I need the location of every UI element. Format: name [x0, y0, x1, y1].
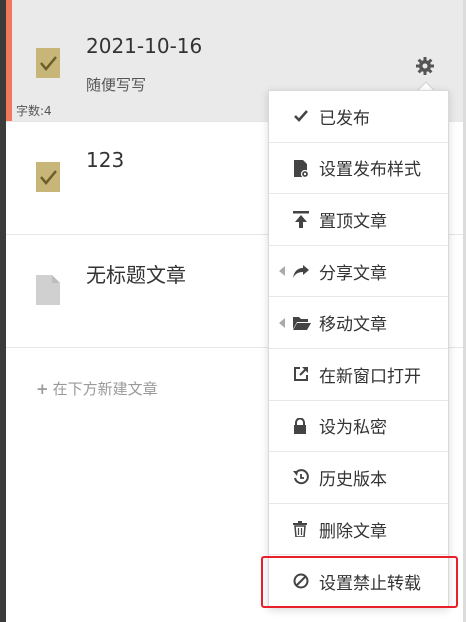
menu-item-label: 在新窗口打开 — [319, 366, 421, 387]
menu-item-pin-top[interactable]: 置顶文章 — [269, 194, 448, 246]
article-title: 无标题文章 — [86, 263, 186, 287]
menu-item-history[interactable]: 历史版本 — [269, 452, 448, 504]
menu-item-label: 设置发布样式 — [319, 160, 421, 181]
share-icon — [293, 263, 313, 279]
pin-top-icon — [293, 211, 313, 229]
published-note-icon — [36, 48, 60, 78]
menu-item-share[interactable]: 分享文章 — [269, 246, 448, 298]
new-article-label: 在下方新建文章 — [52, 380, 158, 398]
folder-open-icon — [293, 315, 313, 331]
menu-item-label: 设为私密 — [319, 418, 387, 439]
draft-document-icon — [36, 275, 60, 305]
check-icon — [293, 108, 313, 124]
menu-item-label: 分享文章 — [319, 263, 387, 284]
menu-item-publish-style[interactable]: 设置发布样式 — [269, 143, 448, 195]
menu-item-published[interactable]: 已发布 — [269, 91, 448, 143]
context-menu-list: 已发布 设置发布样式 置顶文章 分享文章 移动文章 在新窗口打开 设为私密 历史… — [268, 90, 449, 608]
menu-item-set-private[interactable]: 设为私密 — [269, 401, 448, 453]
menu-item-label: 置顶文章 — [319, 211, 387, 232]
article-title: 123 — [86, 148, 125, 172]
external-link-icon — [293, 366, 313, 382]
history-icon — [293, 469, 313, 485]
menu-item-move[interactable]: 移动文章 — [269, 297, 448, 349]
menu-item-delete[interactable]: 删除文章 — [269, 504, 448, 556]
article-summary: 随便写写 — [86, 76, 147, 94]
menu-item-label: 移动文章 — [319, 315, 387, 336]
menu-item-label: 删除文章 — [319, 521, 387, 542]
trash-icon — [293, 521, 313, 538]
article-title: 2021-10-16 — [86, 34, 203, 58]
submenu-caret-icon — [279, 317, 285, 328]
article-context-menu: 已发布 设置发布样式 置顶文章 分享文章 移动文章 在新窗口打开 设为私密 历史… — [268, 81, 449, 608]
submenu-caret-icon — [279, 266, 285, 277]
highlight-annotation-box — [261, 556, 458, 608]
new-article-below-link[interactable]: + 在下方新建文章 — [36, 378, 158, 399]
menu-item-open-new-window[interactable]: 在新窗口打开 — [269, 349, 448, 401]
lock-icon — [293, 417, 313, 434]
document-style-icon — [293, 159, 313, 178]
menu-item-label: 已发布 — [319, 108, 370, 129]
published-note-icon — [36, 162, 60, 192]
active-indicator — [6, 0, 12, 121]
gear-icon[interactable] — [415, 56, 435, 76]
plus-icon: + — [36, 380, 49, 398]
word-count: 字数:4 — [16, 104, 52, 118]
menu-item-label: 历史版本 — [319, 469, 387, 490]
